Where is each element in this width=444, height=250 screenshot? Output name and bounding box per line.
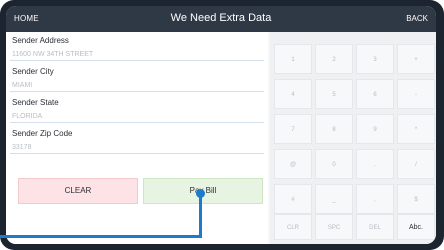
sender-address-input[interactable]: 11600 NW 34TH STREET bbox=[10, 48, 264, 61]
callout-line-horizontal bbox=[0, 235, 202, 238]
key-abc[interactable]: Abc. bbox=[397, 214, 435, 240]
key-slash[interactable]: / bbox=[397, 149, 435, 179]
app-screen: HOME We Need Extra Data BACK Sender Addr… bbox=[6, 6, 436, 244]
key-del[interactable]: DEL bbox=[356, 214, 394, 240]
back-button[interactable]: BACK bbox=[406, 14, 428, 23]
key-at[interactable]: @ bbox=[274, 149, 312, 179]
sender-address-label: Sender Address bbox=[12, 36, 69, 45]
sender-state-label: Sender State bbox=[12, 98, 59, 107]
sender-state-input[interactable]: FLORIDA bbox=[10, 110, 264, 123]
clear-button[interactable]: CLEAR bbox=[18, 178, 138, 204]
key-4[interactable]: 4 bbox=[274, 79, 312, 109]
key-period[interactable]: . bbox=[356, 149, 394, 179]
keypad: 1 2 3 + 4 5 6 - 7 8 9 * @ 0 . / # _ , $ … bbox=[270, 32, 436, 244]
key-5[interactable]: 5 bbox=[315, 79, 353, 109]
top-bar: HOME We Need Extra Data BACK bbox=[6, 6, 436, 32]
key-spc[interactable]: SPC bbox=[315, 214, 353, 240]
key-underscore[interactable]: _ bbox=[315, 184, 353, 214]
key-9[interactable]: 9 bbox=[356, 114, 394, 144]
callout-line-vertical bbox=[199, 197, 202, 238]
sender-city-input[interactable]: MIAMI bbox=[10, 79, 264, 92]
key-7[interactable]: 7 bbox=[274, 114, 312, 144]
key-comma[interactable]: , bbox=[356, 184, 394, 214]
key-3[interactable]: 3 bbox=[356, 44, 394, 74]
key-hash[interactable]: # bbox=[274, 184, 312, 214]
key-minus[interactable]: - bbox=[397, 79, 435, 109]
sender-form: Sender Address 11600 NW 34TH STREET Send… bbox=[6, 32, 268, 244]
key-6[interactable]: 6 bbox=[356, 79, 394, 109]
key-clr[interactable]: CLR bbox=[274, 214, 312, 240]
device-frame: HOME We Need Extra Data BACK Sender Addr… bbox=[0, 0, 444, 250]
key-plus[interactable]: + bbox=[397, 44, 435, 74]
key-1[interactable]: 1 bbox=[274, 44, 312, 74]
key-asterisk[interactable]: * bbox=[397, 114, 435, 144]
key-0[interactable]: 0 bbox=[315, 149, 353, 179]
key-2[interactable]: 2 bbox=[315, 44, 353, 74]
sender-zip-label: Sender Zip Code bbox=[12, 129, 73, 138]
sender-city-label: Sender City bbox=[12, 67, 54, 76]
key-8[interactable]: 8 bbox=[315, 114, 353, 144]
sender-zip-input[interactable]: 33178 bbox=[10, 141, 264, 154]
page-title: We Need Extra Data bbox=[170, 12, 272, 24]
key-dollar[interactable]: $ bbox=[397, 184, 435, 214]
